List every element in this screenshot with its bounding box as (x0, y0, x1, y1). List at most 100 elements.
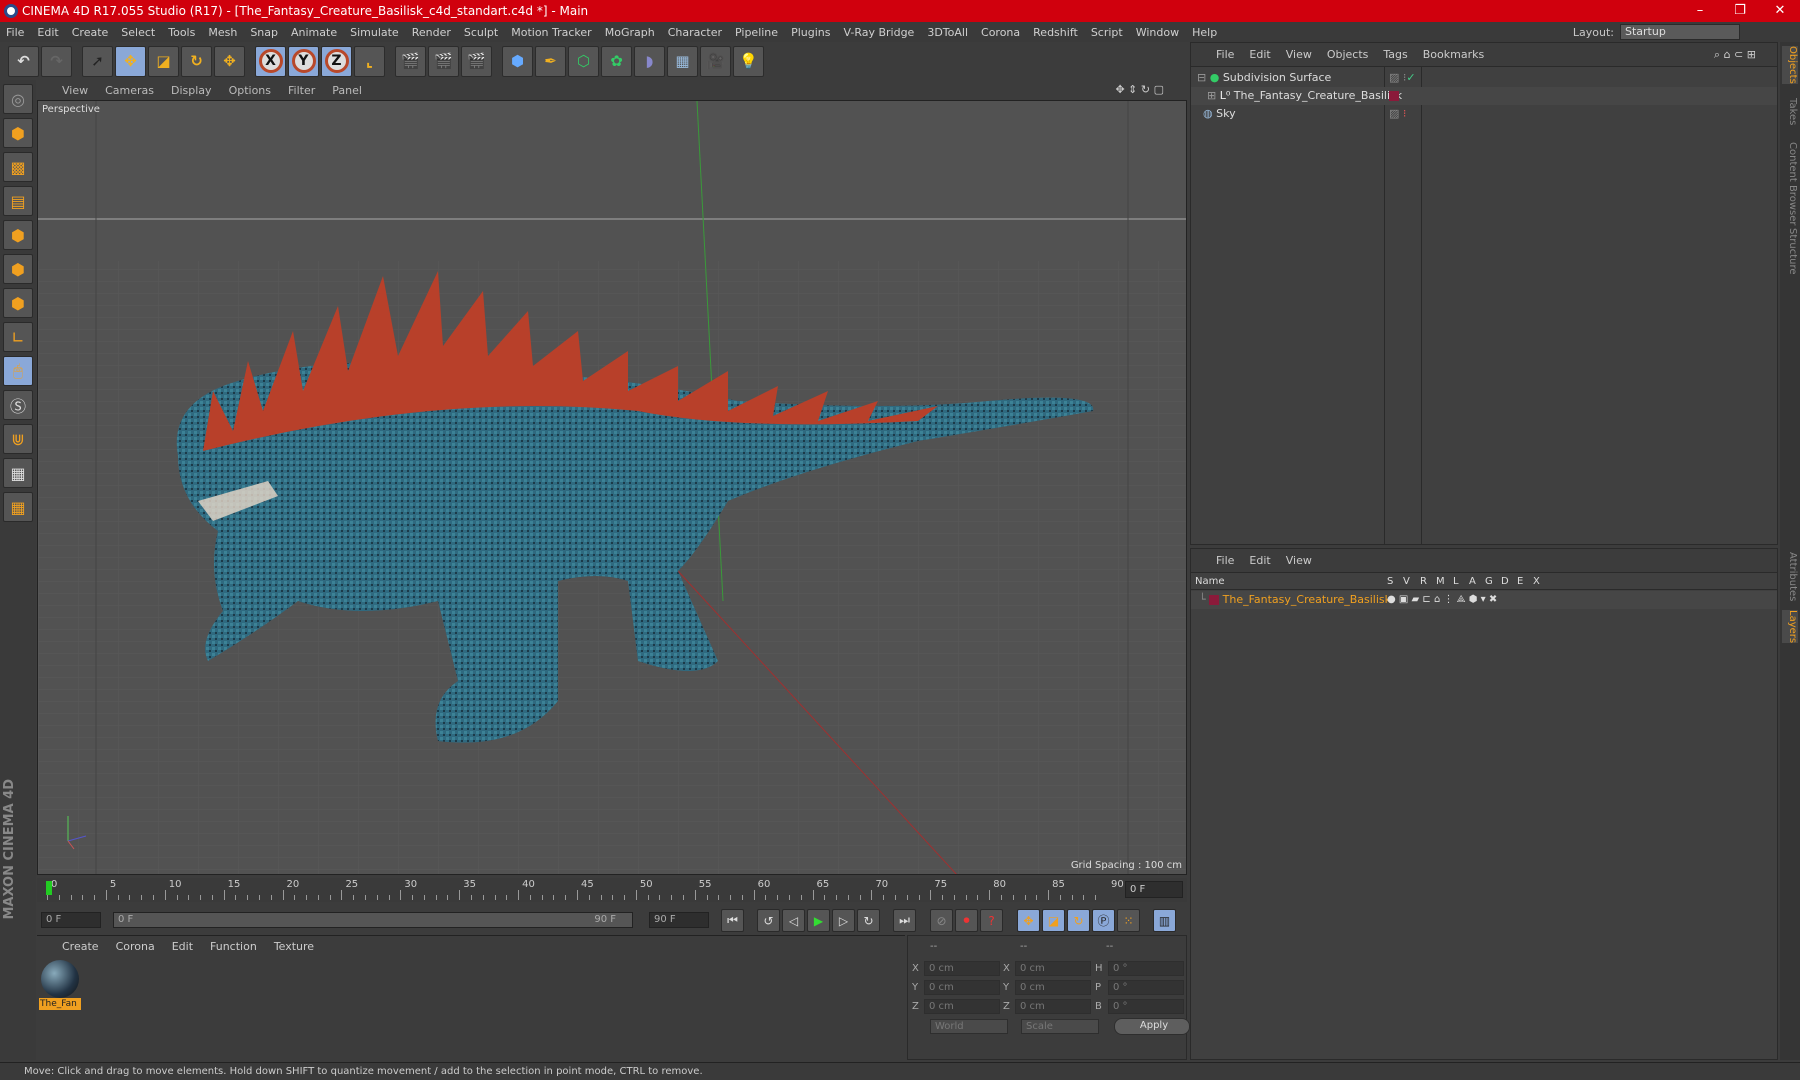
light-icon[interactable]: 💡 (733, 45, 764, 77)
size-z-field[interactable]: 0 cm (1015, 999, 1091, 1014)
object-row-subdivision-surface[interactable]: ⊟ ● Subdivision Surface ▨ ⁝✓ (1191, 69, 1777, 87)
menu-tools[interactable]: Tools (168, 26, 195, 39)
keyframe-selection-icon[interactable]: ? (980, 909, 1003, 932)
rot-b-field[interactable]: 0 ° (1108, 999, 1184, 1014)
previous-key-icon[interactable]: ↺ (757, 909, 780, 932)
coord-mode-dropdown[interactable]: World (930, 1019, 1008, 1034)
frame-range-slider[interactable]: 0 F 90 F (113, 912, 633, 928)
select-tool-icon[interactable]: ➚ (82, 45, 113, 77)
layer-menu-view[interactable]: View (1286, 554, 1312, 567)
cloner-icon[interactable]: ✿ (601, 45, 632, 77)
render-picture-viewer-icon[interactable]: 🎬 (428, 45, 459, 77)
magnet-icon[interactable]: ⋓ (3, 424, 33, 454)
rot-p-field[interactable]: 0 ° (1108, 980, 1184, 995)
viewport-menu-panel[interactable]: Panel (332, 84, 362, 97)
polygons-mode-icon[interactable]: ⬢ (3, 288, 33, 318)
playhead[interactable] (46, 881, 52, 895)
menu-character[interactable]: Character (668, 26, 722, 39)
viewport-menu-filter[interactable]: Filter (288, 84, 315, 97)
menu-select[interactable]: Select (121, 26, 155, 39)
coordinate-system-icon[interactable]: ⌞ (354, 45, 385, 77)
record-keys-icon[interactable]: ⊘ (930, 909, 953, 932)
render-view-icon[interactable]: 🎬 (395, 45, 426, 77)
pos-x-field[interactable]: 0 cm (924, 961, 1000, 976)
menu-create[interactable]: Create (72, 26, 109, 39)
close-button[interactable]: ✕ (1760, 0, 1800, 22)
apply-button[interactable]: Apply (1114, 1018, 1190, 1035)
menu-sculpt[interactable]: Sculpt (464, 26, 498, 39)
autokey-icon[interactable]: ⏺ (955, 909, 978, 932)
model-mode-icon[interactable]: ⬢ (3, 118, 33, 148)
pos-y-field[interactable]: 0 cm (924, 980, 1000, 995)
size-y-field[interactable]: 0 cm (1015, 980, 1091, 995)
layout-dropdown[interactable]: Startup (1620, 24, 1740, 40)
tab-takes[interactable]: Takes (1782, 98, 1798, 125)
workplane-icon[interactable]: ▤ (3, 186, 33, 216)
rot-h-field[interactable]: 0 ° (1108, 961, 1184, 976)
menu-snap[interactable]: Snap (250, 26, 278, 39)
points-mode-icon[interactable]: ⬢ (3, 220, 33, 250)
object-row-basilisk[interactable]: ⊞ L⁰ The_Fantasy_Creature_Basilisk (1191, 87, 1777, 105)
cube-object-icon[interactable]: ⬢ (502, 45, 533, 77)
make-editable-icon[interactable]: ◎ (3, 84, 33, 114)
coord-type-dropdown[interactable]: Scale (1021, 1019, 1099, 1034)
render-settings-icon[interactable]: 🎬 (461, 45, 492, 77)
material-menu-corona[interactable]: Corona (116, 940, 155, 953)
rotate-tool-icon[interactable]: ↻ (181, 45, 212, 77)
timeline-ruler[interactable]: 0 5 10 15 20 25 30 35 40 45 50 55 60 65 70 75 80 85 90 0 F (37, 878, 1187, 902)
layer-menu-edit[interactable]: Edit (1249, 554, 1270, 567)
deformer-icon[interactable]: ◗ (634, 45, 665, 77)
viewport-menu-display[interactable]: Display (171, 84, 212, 97)
pos-z-field[interactable]: 0 cm (924, 999, 1000, 1014)
menu-window[interactable]: Window (1136, 26, 1179, 39)
menu-file[interactable]: File (6, 26, 24, 39)
y-axis-lock-button[interactable]: Y (288, 45, 319, 77)
undo-icon[interactable]: ↶ (8, 45, 39, 77)
key-scale-icon[interactable]: ◪ (1042, 909, 1065, 932)
obj-menu-tags[interactable]: Tags (1383, 48, 1407, 61)
edges-mode-icon[interactable]: ⬢ (3, 254, 33, 284)
menu-corona[interactable]: Corona (981, 26, 1020, 39)
menu-mesh[interactable]: Mesh (208, 26, 237, 39)
timeline-window-icon[interactable]: ▥ (1153, 909, 1176, 932)
start-frame-field[interactable]: 0 F (41, 912, 101, 928)
tab-layers[interactable]: Layers (1782, 610, 1798, 644)
scale-tool-icon[interactable]: ◪ (148, 45, 179, 77)
menu-vray-bridge[interactable]: V-Ray Bridge (843, 26, 914, 39)
layer-color-swatch[interactable] (1209, 595, 1220, 605)
material-menu-texture[interactable]: Texture (274, 940, 314, 953)
end-frame-field[interactable]: 90 F (649, 912, 709, 928)
viewport-nav-icons[interactable]: ✥ ⇕ ↻ ▢ (1115, 83, 1164, 96)
obj-menu-bookmarks[interactable]: Bookmarks (1423, 48, 1484, 61)
next-frame-icon[interactable]: ▷ (832, 909, 855, 932)
viewport-menu-cameras[interactable]: Cameras (105, 84, 154, 97)
move-tool-icon[interactable]: ✥ (115, 45, 146, 77)
obj-menu-view[interactable]: View (1286, 48, 1312, 61)
menu-pipeline[interactable]: Pipeline (735, 26, 778, 39)
play-icon[interactable]: ▶ (807, 909, 830, 932)
z-axis-lock-button[interactable]: Z (321, 45, 352, 77)
camera-icon[interactable]: 🎥 (700, 45, 731, 77)
tab-content-browser[interactable]: Content Browser (1782, 142, 1798, 225)
menu-help[interactable]: Help (1192, 26, 1217, 39)
lock-workplane-icon[interactable]: ▦ (3, 458, 33, 488)
floor-icon[interactable]: ▦ (667, 45, 698, 77)
tweak-mode-icon[interactable]: 🖱 (3, 356, 33, 386)
axis-mode-icon[interactable]: ∟ (3, 322, 33, 352)
layer-row[interactable]: └ The_Fantasy_Creature_Basilisk ● ▣ ▰ ⊏ … (1191, 591, 1777, 609)
layer-menu-file[interactable]: File (1216, 554, 1234, 567)
key-position-icon[interactable]: ✥ (1017, 909, 1040, 932)
menu-motion-tracker[interactable]: Motion Tracker (511, 26, 591, 39)
viewport-menu-options[interactable]: Options (229, 84, 271, 97)
material-menu-edit[interactable]: Edit (172, 940, 193, 953)
menu-plugins[interactable]: Plugins (791, 26, 830, 39)
go-to-end-icon[interactable]: ⏭ (893, 909, 916, 932)
menu-render[interactable]: Render (412, 26, 451, 39)
current-frame-field[interactable]: 0 F (1125, 881, 1183, 898)
key-rotation-icon[interactable]: ↻ (1067, 909, 1090, 932)
tab-structure[interactable]: Structure (1782, 228, 1798, 275)
key-pla-icon[interactable]: ⁙ (1117, 909, 1140, 932)
tab-objects[interactable]: Objects (1782, 46, 1798, 84)
search-icon[interactable]: ⌕ ⌂ ⊂ ⊞ (1714, 48, 1756, 62)
subdivision-surface-icon[interactable]: ⬡ (568, 45, 599, 77)
